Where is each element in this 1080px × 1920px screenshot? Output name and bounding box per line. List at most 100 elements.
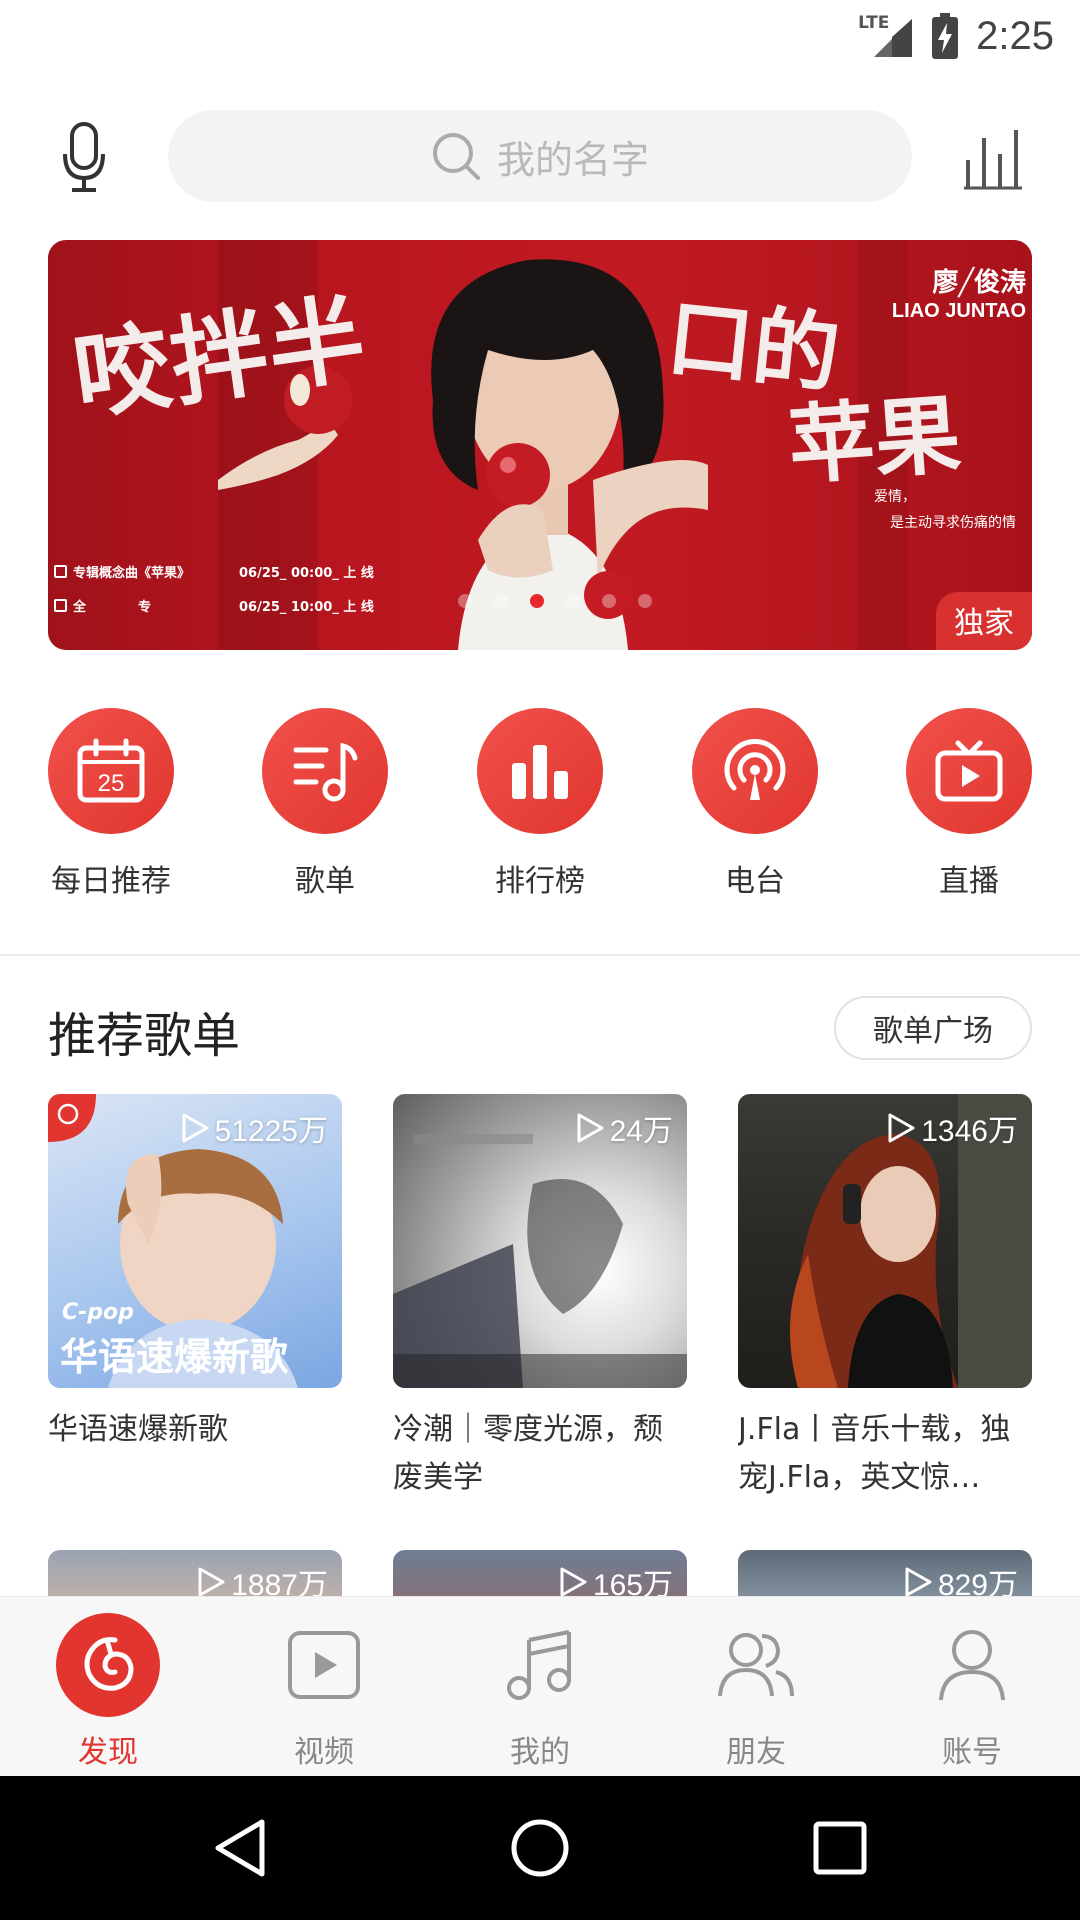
nav-back-button[interactable] — [204, 1812, 276, 1884]
checkbox-icon — [54, 599, 67, 612]
section-title: 推荐歌单 — [48, 1008, 241, 1064]
quick-nav-icon-circle — [477, 708, 603, 834]
status-time: 2:25 — [976, 13, 1054, 58]
play-count: 1346万 — [887, 1106, 1018, 1150]
quick-nav-live[interactable]: 直播 — [889, 708, 1049, 900]
quick-nav-label: 每日推荐 — [51, 864, 171, 899]
quick-nav-icon-circle — [262, 708, 388, 834]
quick-nav: 25 每日推荐 歌单 排行榜 电台 直播 — [0, 708, 1080, 908]
banner-dot[interactable] — [638, 594, 652, 608]
quick-nav-daily[interactable]: 25 每日推荐 — [31, 708, 191, 900]
quick-nav-icon-circle: 25 — [48, 708, 174, 834]
banner-artist-name-en: LIAO JUNTAO — [891, 300, 1026, 322]
bottom-tab-bar: 发现 视频 我的 朋友 账号 — [0, 1596, 1080, 1776]
tab-label: 我的 — [510, 1735, 570, 1770]
release-label: 全 专 — [73, 600, 152, 615]
nav-recents-button[interactable] — [804, 1812, 876, 1884]
quick-nav-label: 歌单 — [295, 864, 355, 899]
checkbox-icon — [54, 565, 67, 578]
playlist-cover: 24万 — [393, 1094, 687, 1388]
nav-home-button[interactable] — [504, 1812, 576, 1884]
music-note-icon — [507, 1630, 571, 1700]
play-count: 51225万 — [181, 1106, 328, 1150]
play-icon — [560, 1567, 587, 1597]
playlist-icon — [293, 742, 358, 802]
tab-icon-wrap — [56, 1613, 160, 1717]
tab-account[interactable]: 账号 — [902, 1613, 1042, 1771]
equalizer-icon — [964, 130, 1022, 190]
banner-release-info-1: 专辑概念曲《苹果》 06/25_ 00:00_ 上 线 — [54, 562, 374, 581]
banner-dot[interactable] — [494, 594, 508, 608]
playlist-cover: 1346万 — [738, 1094, 1032, 1388]
tv-play-icon — [935, 740, 1003, 802]
tab-icon-wrap — [920, 1613, 1024, 1717]
playlist-square-button[interactable]: 歌单广场 — [834, 996, 1032, 1060]
tab-icon-wrap — [272, 1613, 376, 1717]
banner-release-info-2: 全 专 06/25_ 10:00_ 上 线 — [54, 596, 374, 615]
release-label: 专辑概念曲《苹果》 — [73, 566, 191, 581]
playlist-title: 冷潮｜零度光源，颓废美学 — [393, 1412, 663, 1495]
quick-nav-label: 排行榜 — [495, 864, 585, 899]
battery-charging-icon — [932, 13, 959, 59]
search-placeholder: 我的名字 — [496, 137, 649, 182]
recents-square-icon — [813, 1821, 867, 1875]
tab-label: 账号 — [942, 1735, 1002, 1770]
play-icon — [905, 1567, 932, 1597]
calendar-icon: 25 — [77, 738, 145, 803]
playlist-title: 华语速爆新歌 — [48, 1412, 228, 1447]
quick-nav-label: 电台 — [725, 864, 785, 899]
now-playing-button[interactable] — [960, 124, 1026, 190]
release-time: 06/25_ 10:00_ 上 线 — [239, 600, 374, 615]
microphone-icon — [63, 122, 105, 192]
recommended-playlists-header: 推荐歌单 歌单广场 — [48, 996, 1032, 1064]
playlist-card[interactable]: 24万 冷潮｜零度光源，颓废美学 — [393, 1094, 687, 1502]
banner-quote-line-1: 爱情， — [874, 489, 916, 505]
radio-icon — [724, 738, 786, 800]
back-triangle-icon — [215, 1819, 265, 1877]
cover-title: 华语速爆新歌 — [60, 1335, 289, 1379]
play-count-text: 51225万 — [214, 1115, 328, 1148]
tab-mine[interactable]: 我的 — [470, 1613, 610, 1771]
tab-video[interactable]: 视频 — [254, 1613, 394, 1771]
section-divider — [0, 954, 1080, 956]
banner-dot[interactable] — [602, 594, 616, 608]
account-icon — [939, 1630, 1005, 1701]
banner-headline-right-2: 苹果 — [785, 384, 964, 497]
friends-icon — [718, 1633, 794, 1697]
signal-lte-icon: LTE — [858, 13, 914, 59]
playlist-card[interactable]: C-pop 华语速爆新歌 51225万 华语速爆新歌 — [48, 1094, 342, 1502]
cover-tag: C-pop — [62, 1300, 134, 1325]
banner-artist-name-cn: 廖╱俊涛 — [932, 268, 1026, 298]
play-count-text: 1346万 — [921, 1115, 1018, 1148]
banner-artist-image — [431, 259, 708, 650]
play-icon — [198, 1567, 225, 1597]
banner-dot[interactable] — [458, 594, 472, 608]
play-icon — [577, 1113, 604, 1143]
quick-nav-icon-circle — [906, 708, 1032, 834]
tab-icon-wrap — [488, 1613, 592, 1717]
tab-discover[interactable]: 发现 — [38, 1613, 178, 1771]
system-nav-bar — [0, 1776, 1080, 1920]
quick-nav-radio[interactable]: 电台 — [675, 708, 835, 900]
chart-bars-icon — [512, 745, 568, 799]
promo-banner[interactable]: 咬拌半 口的 苹果 廖╱俊涛 LIAO JUNTAO 爱情， 是主动寻求伤痛的情… — [48, 240, 1032, 650]
playlist-cover: C-pop 华语速爆新歌 51225万 — [48, 1094, 342, 1388]
banner-dot[interactable] — [566, 594, 580, 608]
tab-icon-wrap — [704, 1613, 808, 1717]
playlist-card[interactable]: 1346万 J.Fla丨音乐十载，独宠J.Fla，英文惊… — [738, 1094, 1032, 1502]
banner-pagination — [458, 594, 652, 608]
play-icon — [182, 1113, 209, 1143]
voice-search-button[interactable] — [52, 118, 116, 198]
tab-friends[interactable]: 朋友 — [686, 1613, 826, 1771]
quick-nav-charts[interactable]: 排行榜 — [460, 708, 620, 900]
quick-nav-playlist[interactable]: 歌单 — [245, 708, 405, 900]
play-count-text: 24万 — [609, 1115, 673, 1148]
calendar-day: 25 — [98, 770, 125, 797]
quick-nav-icon-circle — [692, 708, 818, 834]
status-bar: LTE 2:25 — [0, 0, 1080, 72]
quick-nav-label: 直播 — [939, 864, 999, 899]
search-input[interactable]: 我的名字 — [168, 110, 912, 202]
home-circle-icon — [511, 1819, 569, 1877]
play-count: 24万 — [576, 1106, 673, 1150]
banner-dot-active[interactable] — [530, 594, 544, 608]
